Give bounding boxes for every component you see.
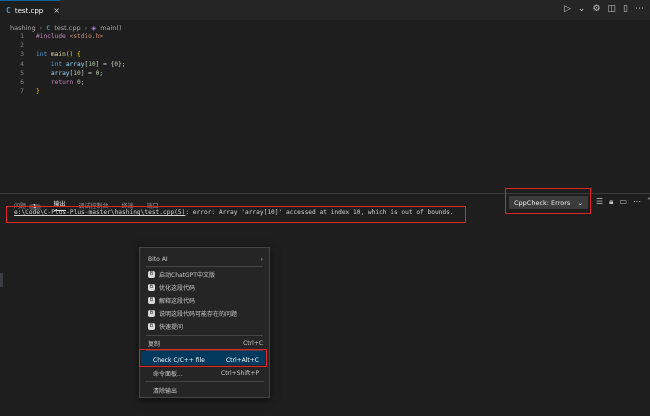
code-line[interactable]: 3 int main() {	[0, 50, 650, 59]
code-token: #include	[36, 33, 70, 40]
panel-actions: ☰ 🔒︎ ▭ ⋯ ˄ ✕	[596, 197, 650, 207]
bottom-panel	[0, 193, 650, 416]
code-text: return 0;	[36, 78, 85, 87]
code-text: }	[36, 87, 40, 96]
menu-item-clear-output[interactable]: 清除输出	[153, 385, 259, 395]
menu-separator	[146, 266, 263, 267]
bito-icon: B	[148, 296, 155, 304]
filter-list-icon[interactable]: ☰	[596, 197, 603, 207]
chevron-right-icon: ›	[260, 255, 263, 263]
function-symbol-icon: ◈	[91, 24, 97, 32]
more-icon[interactable]: ⋯	[633, 197, 641, 207]
line-number: 5	[20, 69, 24, 77]
line-number: 3	[20, 51, 24, 59]
highlight-box-select	[505, 188, 591, 214]
menu-item-bito-chatgpt[interactable]: B 启动ChatGPT中文版	[148, 269, 263, 279]
code-token: array	[50, 69, 70, 77]
chevron-right-icon: ›	[39, 24, 43, 32]
code-token: () {	[65, 51, 81, 59]
cpp-file-icon: C	[6, 6, 11, 15]
close-icon[interactable]: ×	[53, 6, 60, 15]
bito-icon: B	[148, 309, 155, 317]
menu-item-command-palette[interactable]: 命令面板... Ctrl+Shift+P	[153, 368, 259, 378]
breadcrumb-symbol[interactable]: main()	[100, 24, 121, 32]
code-token: <stdio.h>	[69, 33, 104, 40]
code-token: ] =	[80, 69, 96, 77]
chevron-down-icon[interactable]: ⌄	[578, 4, 586, 14]
code-token: int	[50, 60, 66, 68]
menu-item-bito-ai[interactable]: Bito AI ›	[148, 254, 263, 264]
code-token: };	[118, 60, 126, 68]
code-text: int main() {	[36, 50, 81, 59]
menu-item-bito-optimize[interactable]: B 优化这段代码	[148, 282, 263, 292]
code-line[interactable]: 2	[0, 41, 650, 50]
line-number: 6	[20, 78, 24, 86]
code-editor[interactable]: 1 #include <stdio.h> 2 3 int main() {4 int a…	[0, 32, 650, 96]
code-line[interactable]: 6 return 0;	[0, 78, 650, 87]
code-line[interactable]: 5 array[10] = 0;	[0, 69, 650, 78]
scroll-marker	[0, 273, 3, 287]
line-number: 1	[20, 33, 24, 40]
code-text: int array[10] = {0};	[36, 60, 126, 69]
chevron-right-icon: ›	[84, 24, 88, 32]
highlight-box-output	[6, 206, 466, 223]
debug-run-icon[interactable]: ▷	[564, 4, 571, 14]
code-token: int	[36, 51, 51, 59]
menu-item-bito-explain[interactable]: B 解释这段代码	[148, 295, 263, 305]
split-editor-icon[interactable]: ▯	[623, 4, 628, 14]
compare-icon[interactable]: ◫	[608, 4, 617, 14]
code-line[interactable]: 7}	[0, 87, 650, 96]
bito-icon: B	[148, 322, 155, 330]
breadcrumb-file[interactable]: test.cpp	[54, 24, 80, 32]
tab-label: test.cpp	[14, 6, 44, 15]
code-line[interactable]: 4 int array[10] = {0};	[0, 60, 650, 69]
menu-item-copy[interactable]: 复制 Ctrl+C	[148, 338, 263, 348]
menu-separator	[146, 335, 263, 336]
bito-icon: B	[148, 283, 155, 291]
code-text: array[10] = 0;	[36, 69, 103, 78]
menu-separator	[145, 381, 264, 382]
editor-tab-bar	[0, 0, 650, 20]
line-number: 7	[20, 88, 24, 96]
code-token: ;	[99, 69, 104, 77]
menu-item-bito-ask[interactable]: B 快速提问	[148, 321, 263, 331]
code-token: return	[50, 78, 77, 86]
code-token: ] = {	[95, 60, 115, 68]
settings-gear-icon[interactable]: ⚙	[592, 4, 600, 14]
line-number: 4	[20, 60, 24, 68]
highlight-box-menu-item	[139, 349, 267, 367]
clear-output-icon[interactable]: ▭	[619, 197, 627, 207]
code-text: #include <stdio.h>	[36, 32, 103, 41]
code-token: main	[50, 51, 66, 59]
editor-actions: ▷ ⌄ ⚙ ◫ ▯ ⋯	[564, 4, 644, 14]
more-actions-icon[interactable]: ⋯	[635, 4, 644, 14]
bito-icon: B	[148, 270, 155, 278]
code-token: }	[36, 88, 40, 96]
code-token: 10	[88, 60, 96, 68]
code-token: array	[65, 60, 85, 68]
tab-test-cpp[interactable]: C test.cpp ×	[0, 0, 60, 20]
breadcrumb-folder[interactable]: hashing	[10, 24, 36, 32]
lock-icon[interactable]: 🔒︎	[609, 197, 613, 207]
menu-item-bito-issues[interactable]: B 说明这段代码可能存在的问题	[148, 308, 263, 318]
code-token: ;	[80, 78, 85, 86]
code-line[interactable]: 1 #include <stdio.h>	[0, 32, 650, 41]
line-number: 2	[20, 42, 24, 50]
cpp-file-icon: C	[46, 24, 51, 32]
code-token: 10	[73, 69, 81, 77]
